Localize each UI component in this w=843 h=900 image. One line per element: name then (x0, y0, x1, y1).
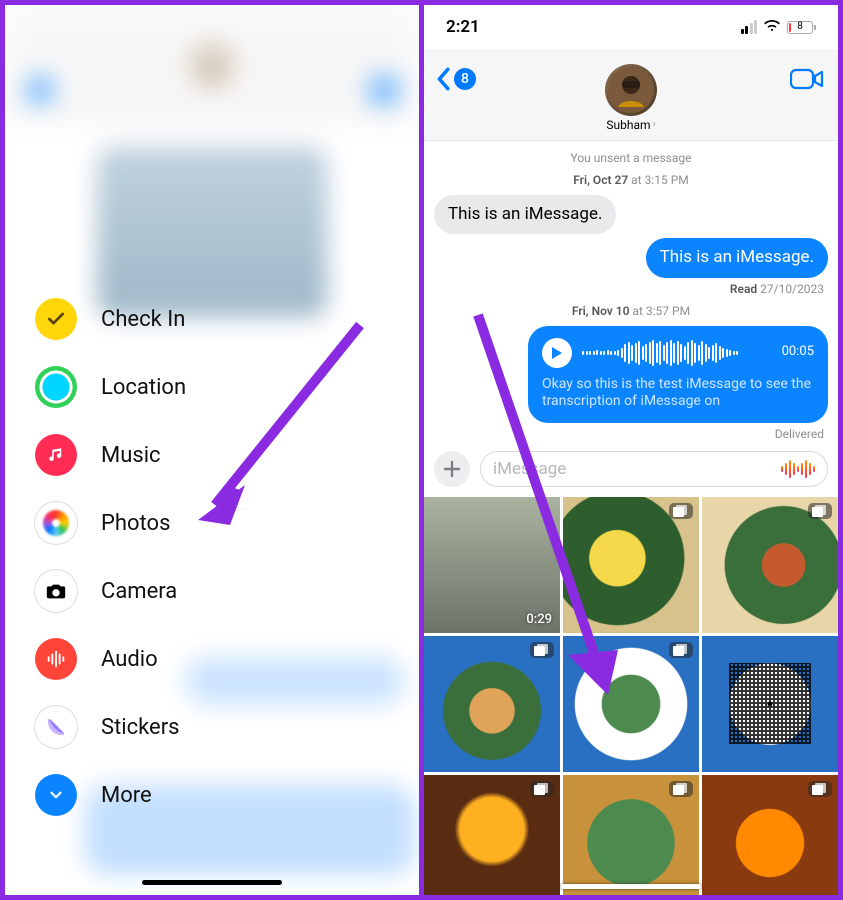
chevron-down-icon (35, 774, 77, 816)
menu-item-more[interactable]: More (35, 761, 389, 829)
message-row-outgoing: 00:05 Okay so this is the test iMessage … (434, 326, 828, 423)
audio-message-bubble[interactable]: 00:05 Okay so this is the test iMessage … (528, 326, 828, 423)
menu-item-music[interactable]: Music (35, 421, 389, 489)
checkin-icon (35, 298, 77, 340)
status-bar: 2:21 8 (424, 5, 838, 49)
photo-thumbnail[interactable] (702, 636, 838, 772)
contact-avatar (605, 64, 657, 116)
menu-item-photos[interactable]: Photos (35, 489, 389, 557)
location-icon (35, 366, 77, 408)
waveform-icon (582, 339, 772, 367)
battery-icon: 8 (787, 21, 816, 34)
burst-icon (669, 781, 693, 797)
menu-label: More (101, 783, 152, 808)
photo-thumbnail[interactable] (702, 775, 838, 896)
delivered-receipt: Delivered (434, 427, 824, 441)
menu-item-location[interactable]: Location (35, 353, 389, 421)
right-pane: 2:21 8 8 Sub (424, 5, 838, 895)
menu-item-stickers[interactable]: Stickers (35, 693, 389, 761)
home-indicator[interactable] (142, 880, 282, 885)
music-icon (35, 434, 77, 476)
stickers-icon (35, 706, 77, 748)
message-input[interactable]: iMessage (480, 451, 828, 487)
message-row-outgoing: This is an iMessage. (434, 238, 828, 277)
read-receipt: Read 27/10/2023 (434, 282, 824, 296)
timestamp: Fri, Nov 10 at 3:57 PM (434, 304, 828, 318)
photo-thumbnail[interactable] (702, 497, 838, 633)
menu-label: Music (101, 443, 161, 468)
home-indicator[interactable] (561, 884, 701, 889)
menu-label: Check In (101, 307, 185, 332)
photo-thumbnail[interactable] (424, 775, 560, 896)
photo-thumbnail[interactable] (563, 775, 699, 896)
camera-icon (35, 570, 77, 612)
audio-duration: 00:05 (782, 344, 814, 360)
app-drawer-menu: Check In Location Music Photos (5, 285, 419, 829)
burst-icon (530, 642, 554, 658)
photo-picker-grid: 0:29 (424, 497, 838, 896)
photos-icon (35, 502, 77, 544)
facetime-button[interactable] (790, 67, 824, 95)
menu-item-audio[interactable]: Audio (35, 625, 389, 693)
menu-label: Location (101, 375, 186, 400)
plus-button[interactable] (434, 451, 470, 487)
message-bubble[interactable]: This is an iMessage. (646, 238, 828, 277)
menu-label: Camera (101, 579, 177, 604)
chevron-right-icon: › (653, 119, 656, 130)
cellular-signal-icon (741, 20, 758, 34)
contact-info[interactable]: Subham › (605, 64, 657, 132)
burst-icon (808, 781, 832, 797)
system-notice: You unsent a message (434, 151, 828, 165)
menu-label: Audio (101, 647, 158, 672)
audio-icon (35, 638, 77, 680)
menu-label: Photos (101, 511, 170, 536)
burst-icon (669, 642, 693, 658)
burst-icon (808, 503, 832, 519)
menu-label: Stickers (101, 715, 180, 740)
photo-thumbnail[interactable] (563, 636, 699, 772)
status-time: 2:21 (446, 17, 480, 37)
burst-icon (530, 781, 554, 797)
message-bubble[interactable]: This is an iMessage. (434, 195, 616, 234)
left-pane: Check In Location Music Photos (5, 5, 424, 895)
audio-record-icon[interactable] (781, 460, 816, 478)
play-button[interactable] (542, 338, 572, 368)
burst-icon (669, 503, 693, 519)
back-button[interactable]: 8 (434, 67, 476, 91)
wifi-icon (763, 17, 781, 37)
menu-item-camera[interactable]: Camera (35, 557, 389, 625)
photo-thumbnail[interactable] (563, 497, 699, 633)
message-row-incoming: This is an iMessage. (434, 195, 828, 234)
menu-item-checkin[interactable]: Check In (35, 285, 389, 353)
conversation-header: 8 Subham › (424, 49, 838, 141)
audio-transcript: Okay so this is the test iMessage to see… (542, 376, 814, 411)
input-placeholder: iMessage (493, 459, 566, 479)
video-duration: 0:29 (526, 612, 552, 627)
contact-name-label: Subham (606, 118, 650, 132)
photo-thumbnail[interactable] (424, 636, 560, 772)
message-thread[interactable]: You unsent a message Fri, Oct 27 at 3:15… (424, 141, 838, 441)
compose-bar: iMessage (424, 441, 838, 497)
photo-thumbnail[interactable]: 0:29 (424, 497, 560, 633)
unread-count-badge: 8 (454, 68, 476, 90)
timestamp: Fri, Oct 27 at 3:15 PM (434, 173, 828, 187)
